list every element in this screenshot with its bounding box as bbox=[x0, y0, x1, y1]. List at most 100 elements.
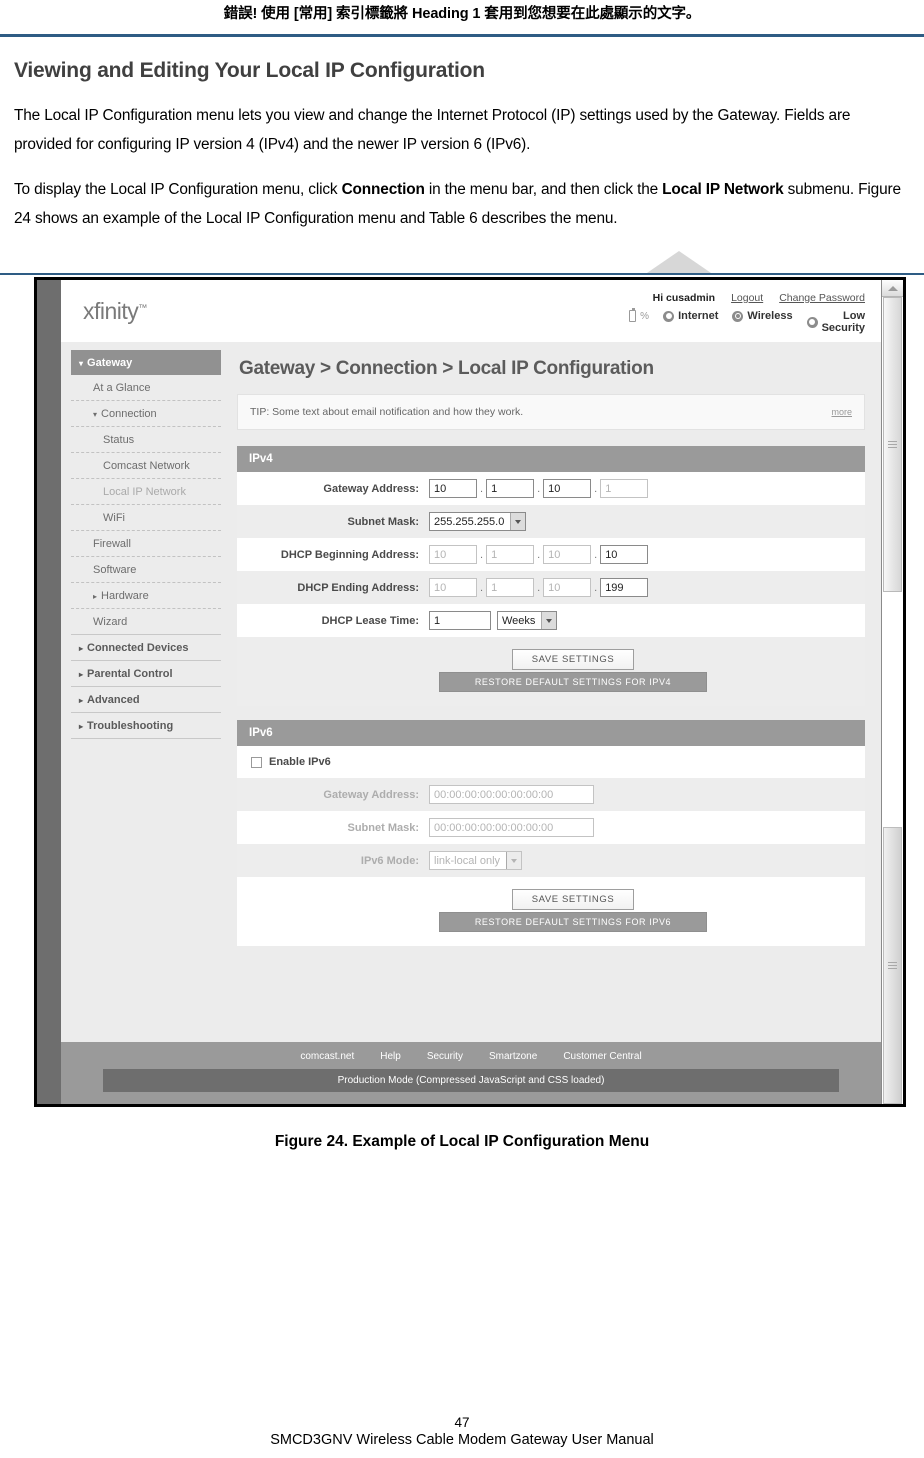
ipv4-dhcp-end-octet-4[interactable]: 199 bbox=[600, 578, 649, 597]
document-body: Viewing and Editing Your Local IP Config… bbox=[0, 37, 924, 233]
battery-status: % bbox=[629, 308, 649, 322]
ipv4-dhcp-begin-octet-4[interactable]: 10 bbox=[600, 545, 649, 564]
paragraph-2-bold-connection: Connection bbox=[341, 181, 425, 198]
ipv4-gateway-octet-2[interactable]: 1 bbox=[486, 479, 535, 498]
security-status[interactable]: Low Security bbox=[806, 310, 865, 334]
sidebar-item-advanced[interactable]: ▸ Advanced bbox=[71, 687, 221, 713]
chevron-down-icon bbox=[541, 612, 557, 629]
scrollbar-grip-icon bbox=[888, 962, 897, 969]
ipv4-subnet-mask-select[interactable]: 255.255.255.0 bbox=[429, 512, 527, 531]
ipv6-mode-label: IPv6 Mode: bbox=[360, 854, 419, 867]
footer-link-comcast-net[interactable]: comcast.net bbox=[300, 1051, 354, 1062]
ipv4-gateway-octet-3[interactable]: 10 bbox=[543, 479, 592, 498]
page-title: Viewing and Editing Your Local IP Config… bbox=[14, 59, 485, 82]
scrollbar-up-button[interactable] bbox=[882, 280, 903, 297]
ipv4-save-settings-button[interactable]: SAVE SETTINGS bbox=[512, 649, 634, 670]
ipv4-dhcp-ending-label: DHCP Ending Address: bbox=[297, 581, 419, 594]
figure-top-rule bbox=[0, 273, 924, 275]
sidebar-item-firewall[interactable]: Firewall bbox=[71, 531, 221, 557]
ipv4-dhcp-lease-time-row: DHCP Lease Time: 1 Weeks bbox=[237, 604, 865, 637]
sidebar-item-local-ip-network[interactable]: Local IP Network bbox=[71, 479, 221, 505]
sidebar-item-software[interactable]: Software bbox=[71, 557, 221, 583]
sidebar-item-at-a-glance[interactable]: At a Glance bbox=[71, 375, 221, 401]
browser-scrollbar[interactable] bbox=[881, 280, 903, 1104]
sidebar-item-label: Firewall bbox=[93, 538, 131, 550]
footer-link-help[interactable]: Help bbox=[380, 1051, 401, 1062]
gateway-status-area: Hi cusadmin Logout Change Password % Int… bbox=[629, 290, 865, 334]
ipv6-panel-title: IPv6 bbox=[237, 720, 865, 746]
ipv4-restore-defaults-button[interactable]: RESTORE DEFAULT SETTINGS FOR IPV4 bbox=[439, 672, 707, 692]
chevron-down-icon: ▾ bbox=[79, 359, 84, 368]
footer-link-smartzone[interactable]: Smartzone bbox=[489, 1051, 537, 1062]
octet-separator: . bbox=[594, 581, 598, 594]
ipv6-save-settings-button[interactable]: SAVE SETTINGS bbox=[512, 889, 634, 910]
ipv6-subnet-mask-row: Subnet Mask: 00:00:00:00:00:00:00:00 bbox=[237, 811, 865, 844]
scrollbar-thumb[interactable] bbox=[883, 297, 902, 592]
sidebar-item-hardware[interactable]: ▸ Hardware bbox=[71, 583, 221, 609]
chevron-down-icon bbox=[510, 513, 526, 530]
ipv4-dhcp-end-octet-3: 10 bbox=[543, 578, 592, 597]
sidebar-item-label: Comcast Network bbox=[103, 460, 190, 472]
sidebar-item-wifi[interactable]: WiFi bbox=[71, 505, 221, 531]
sidebar-item-comcast-network[interactable]: Comcast Network bbox=[71, 453, 221, 479]
sidebar-item-label: Advanced bbox=[87, 694, 140, 706]
security-level-line1: Low bbox=[843, 310, 865, 322]
octet-separator: . bbox=[537, 548, 541, 561]
ipv4-dhcp-lease-time-input[interactable]: 1 bbox=[429, 611, 491, 630]
ipv4-dhcp-begin-octet-2: 1 bbox=[486, 545, 535, 564]
sidebar-item-wizard[interactable]: Wizard bbox=[71, 609, 221, 635]
ipv4-dhcp-end-octet-2: 1 bbox=[486, 578, 535, 597]
ipv4-gateway-octet-1[interactable]: 10 bbox=[429, 479, 477, 498]
ipv6-mode-select: link-local only bbox=[429, 851, 523, 870]
logout-link[interactable]: Logout bbox=[731, 292, 763, 304]
manual-title: SMCD3GNV Wireless Cable Modem Gateway Us… bbox=[270, 1432, 654, 1448]
greeting-label: Hi cusadmin bbox=[652, 292, 716, 304]
wireless-status[interactable]: Wireless bbox=[732, 310, 793, 322]
octet-separator: . bbox=[537, 581, 541, 594]
paragraph-2: To display the Local IP Configuration me… bbox=[14, 175, 910, 233]
change-password-link[interactable]: Change Password bbox=[779, 292, 865, 304]
ipv6-enable-checkbox[interactable] bbox=[251, 756, 262, 768]
sidebar-item-label: Local IP Network bbox=[103, 486, 186, 498]
sidebar-item-status[interactable]: Status bbox=[71, 427, 221, 453]
chevron-right-icon: ▸ bbox=[93, 592, 98, 601]
footer-links: comcast.net Help Security Smartzone Cust… bbox=[61, 1051, 881, 1069]
footer-link-customer-central[interactable]: Customer Central bbox=[563, 1051, 641, 1062]
octet-separator: . bbox=[480, 581, 484, 594]
ipv4-button-stack: SAVE SETTINGS RESTORE DEFAULT SETTINGS F… bbox=[439, 649, 707, 692]
tip-more-link[interactable]: more bbox=[831, 407, 852, 417]
sidebar-item-connection[interactable]: ▾ Connection bbox=[71, 401, 221, 427]
ipv4-gateway-address-row: Gateway Address: 10 . 1 . 10 . 1 bbox=[237, 472, 865, 505]
octet-separator: . bbox=[594, 482, 598, 495]
sidebar-item-connected-devices[interactable]: ▸ Connected Devices bbox=[71, 635, 221, 661]
ipv4-dhcp-begin-octet-1: 10 bbox=[429, 545, 477, 564]
trademark-mark: ™ bbox=[138, 302, 147, 313]
ipv4-gateway-octet-4[interactable]: 1 bbox=[600, 479, 649, 498]
page-number: 47 bbox=[454, 1415, 470, 1430]
internet-status[interactable]: Internet bbox=[663, 310, 718, 322]
ipv6-restore-defaults-button[interactable]: RESTORE DEFAULT SETTINGS FOR IPV6 bbox=[439, 912, 707, 932]
sidebar-item-parental-control[interactable]: ▸ Parental Control bbox=[71, 661, 221, 687]
sidebar-item-label: Troubleshooting bbox=[87, 720, 174, 732]
scrollbar-track[interactable] bbox=[882, 297, 903, 1104]
document-header: 錯誤! 使用 [常用] 索引標籤將 Heading 1 套用到您想要在此處顯示的… bbox=[0, 0, 924, 34]
security-status-text: Low Security bbox=[822, 310, 865, 334]
octet-separator: . bbox=[594, 548, 598, 561]
chevron-right-icon: ▸ bbox=[79, 696, 84, 705]
ipv4-dhcp-lease-unit-value: Weeks bbox=[502, 614, 536, 627]
octet-separator: . bbox=[480, 482, 484, 495]
ipv6-enable-label: Enable IPv6 bbox=[269, 756, 331, 768]
ipv4-gateway-address-label: Gateway Address: bbox=[323, 482, 419, 495]
sidebar-item-gateway[interactable]: ▾ Gateway bbox=[71, 350, 221, 375]
internet-status-label: Internet bbox=[678, 310, 719, 322]
ipv6-mode-row: IPv6 Mode: link-local only bbox=[237, 844, 865, 877]
figure-caption: Figure 24. Example of Local IP Configura… bbox=[274, 1133, 650, 1150]
ipv4-subnet-mask-label: Subnet Mask: bbox=[347, 515, 419, 528]
sidebar-item-troubleshooting[interactable]: ▸ Troubleshooting bbox=[71, 713, 221, 739]
ipv6-enable-row[interactable]: Enable IPv6 bbox=[237, 746, 865, 778]
sidebar-item-label: Gateway bbox=[87, 357, 133, 369]
scrollbar-thumb-secondary[interactable] bbox=[883, 827, 902, 1104]
sidebar-item-label: Wizard bbox=[93, 616, 128, 628]
ipv4-dhcp-lease-unit-select[interactable]: Weeks bbox=[497, 611, 558, 630]
footer-link-security[interactable]: Security bbox=[427, 1051, 463, 1062]
